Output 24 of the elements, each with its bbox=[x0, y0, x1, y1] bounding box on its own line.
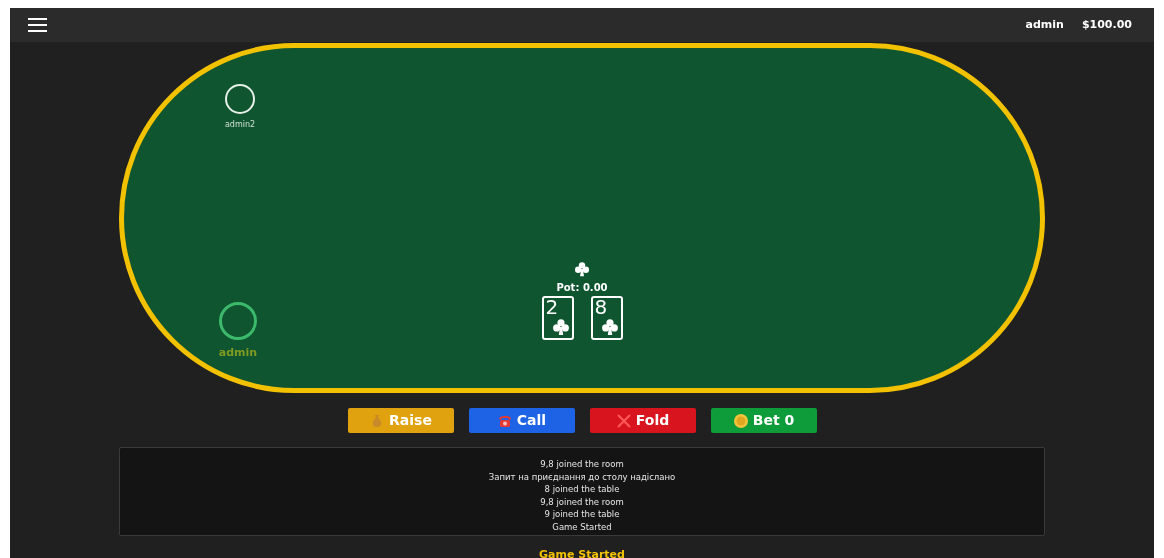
log-entry: 9,8 joined the room bbox=[540, 495, 624, 508]
username: admin bbox=[1025, 16, 1064, 33]
game-status: Game Started bbox=[539, 547, 625, 558]
balance: $100.00 bbox=[1081, 16, 1132, 33]
log-entry: Game Started bbox=[552, 520, 612, 533]
action-button[interactable]: Bet 0 bbox=[710, 408, 817, 433]
log-entry: 9 joined the table bbox=[544, 508, 620, 521]
cross-icon bbox=[615, 412, 632, 429]
action-button[interactable]: Call bbox=[468, 408, 575, 433]
menu-icon[interactable] bbox=[28, 17, 47, 33]
card-rank: 2 bbox=[545, 295, 559, 319]
log-entry: Запит на приєднання до столу надіслано bbox=[488, 470, 676, 483]
player-name: admin bbox=[218, 345, 258, 361]
player-seat[interactable] bbox=[219, 302, 257, 340]
log-entry: 8 joined the table bbox=[544, 483, 620, 496]
club-icon bbox=[574, 261, 590, 277]
card-rank: 8 bbox=[594, 295, 608, 319]
club-icon bbox=[551, 318, 570, 336]
action-button[interactable]: Fold bbox=[589, 408, 696, 433]
player-name: admin2 bbox=[224, 119, 256, 131]
pot-amount: Pot: 0.00 bbox=[556, 281, 608, 295]
log-entry: 9,8 joined the room bbox=[540, 458, 624, 471]
club-icon bbox=[600, 318, 619, 336]
coin-icon bbox=[732, 412, 749, 429]
